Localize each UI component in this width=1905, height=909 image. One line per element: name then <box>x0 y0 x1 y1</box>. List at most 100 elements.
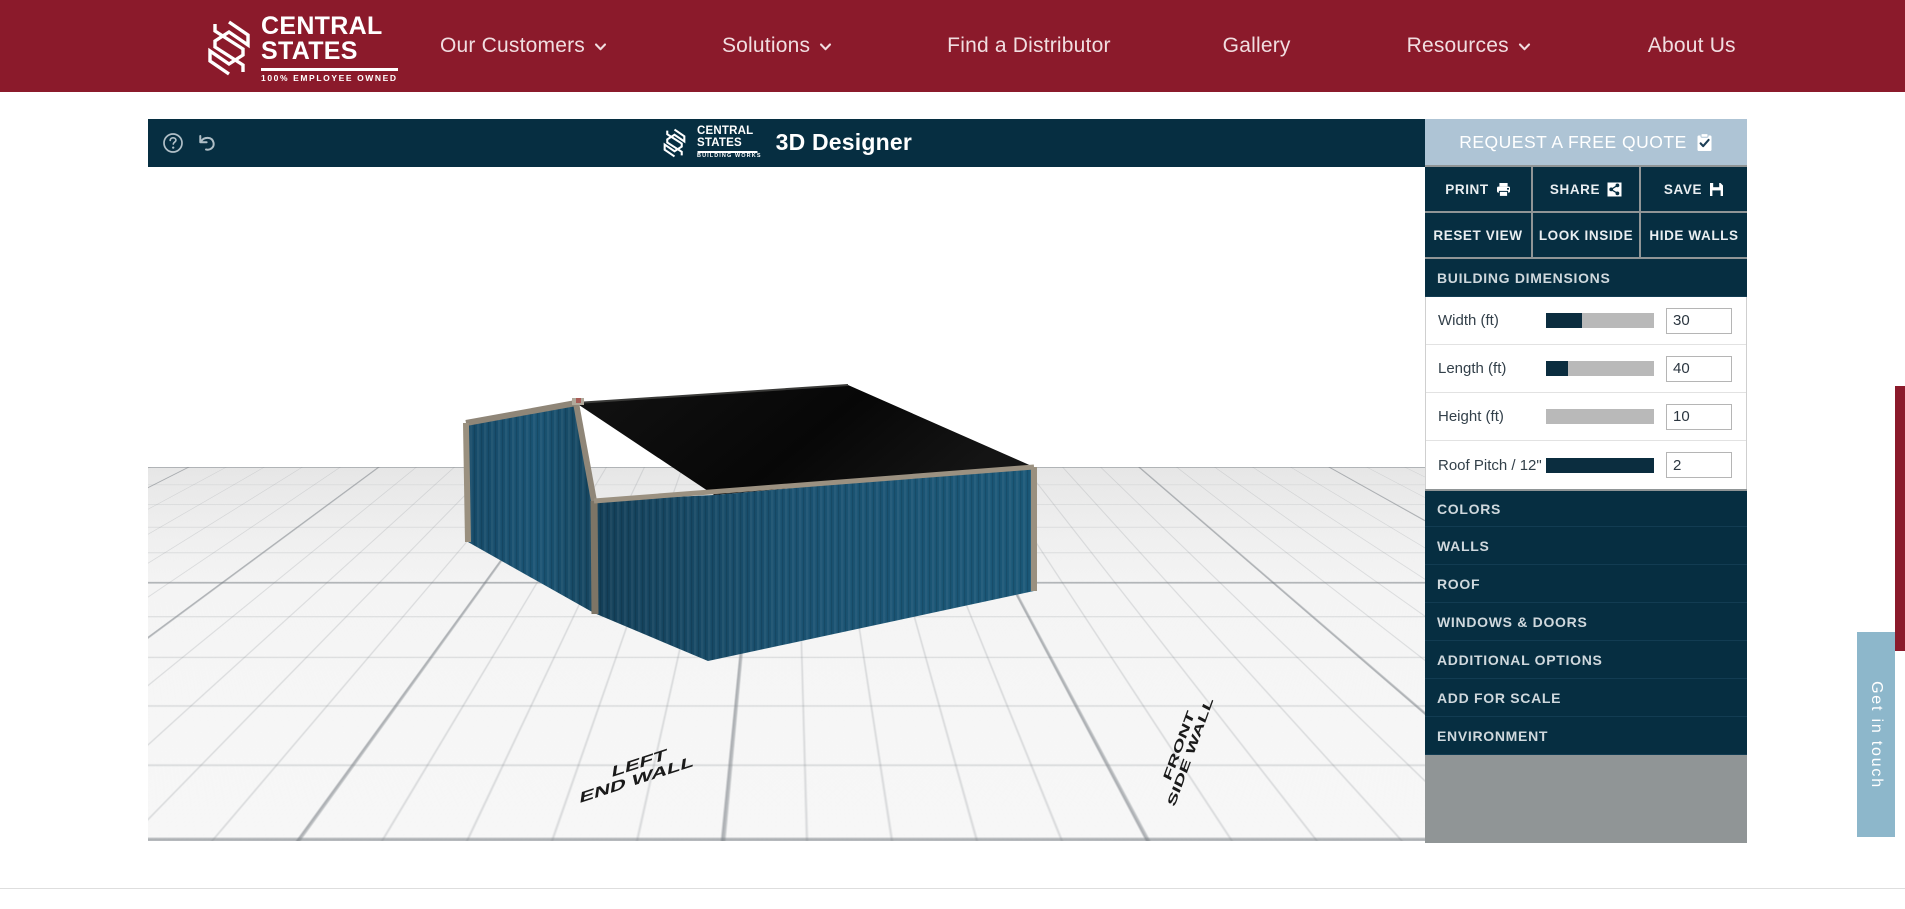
site-header: CENTRAL STATES 100% EMPLOYEE OWNED Our C… <box>0 0 1905 92</box>
length-slider[interactable] <box>1546 361 1654 376</box>
save-button[interactable]: SAVE <box>1641 167 1747 211</box>
print-button-label: PRINT <box>1445 182 1489 197</box>
dimension-row-length: Length (ft) <box>1426 345 1746 393</box>
section-additional-options[interactable]: ADDITIONAL OPTIONS <box>1425 641 1747 679</box>
section-roof-label: ROOF <box>1437 576 1480 592</box>
brand-divider <box>261 68 398 71</box>
building-model[interactable] <box>148 167 1425 841</box>
width-label: Width (ft) <box>1438 312 1546 329</box>
3d-designer-app: CENTRAL STATES BUILDING WORKS 3D Designe… <box>148 119 1747 841</box>
floppy-disk-icon <box>1709 182 1724 197</box>
page-scrollbar[interactable] <box>1895 386 1905 651</box>
quote-button-label: REQUEST A FREE QUOTE <box>1459 132 1687 153</box>
section-walls[interactable]: WALLS <box>1425 527 1747 565</box>
nav-item-solutions[interactable]: Solutions <box>722 34 832 58</box>
section-additional-options-label: ADDITIONAL OPTIONS <box>1437 652 1603 668</box>
nav-label: Our Customers <box>440 34 585 58</box>
width-slider[interactable] <box>1546 313 1654 328</box>
request-a-free-quote-button[interactable]: REQUEST A FREE QUOTE <box>1425 119 1747 167</box>
roof-pitch-slider[interactable] <box>1546 458 1654 473</box>
height-label: Height (ft) <box>1438 408 1546 425</box>
main-navigation: Our Customers Solutions Find a Distribut… <box>440 0 1736 92</box>
section-colors-label: COLORS <box>1437 501 1501 517</box>
nav-item-resources[interactable]: Resources <box>1407 34 1531 58</box>
reset-view-label: RESET VIEW <box>1433 228 1522 243</box>
roof-pitch-input[interactable] <box>1666 452 1732 478</box>
height-input[interactable] <box>1666 404 1732 430</box>
dimension-row-height: Height (ft) <box>1426 393 1746 441</box>
chevron-down-icon <box>594 40 607 53</box>
look-inside-button[interactable]: LOOK INSIDE <box>1533 213 1639 257</box>
nav-label: Find a Distributor <box>947 34 1111 58</box>
get-in-touch-tab[interactable]: Get in touch <box>1857 632 1895 837</box>
brand-line-2: STATES <box>261 39 398 64</box>
section-windows-and-doors[interactable]: WINDOWS & DOORS <box>1425 603 1747 641</box>
clipboard-check-icon <box>1696 133 1713 152</box>
length-slider-fill <box>1546 361 1568 376</box>
section-building-dimensions[interactable]: BUILDING DIMENSIONS <box>1425 259 1747 297</box>
panel-empty-area <box>1425 755 1747 843</box>
designer-tool-icons <box>162 132 218 154</box>
control-panel: REQUEST A FREE QUOTE PRINT <box>1425 119 1747 841</box>
section-walls-label: WALLS <box>1437 538 1490 554</box>
app-name: 3D Designer <box>776 129 912 156</box>
brand-line-1: CENTRAL <box>261 14 398 39</box>
action-button-row: PRINT SHARE <box>1425 167 1747 213</box>
nav-item-find-a-distributor[interactable]: Find a Distributor <box>947 34 1111 58</box>
central-states-monogram-icon <box>661 128 687 158</box>
length-label: Length (ft) <box>1438 360 1546 377</box>
designer-logo-line-2: STATES <box>697 138 762 150</box>
width-input[interactable] <box>1666 308 1732 334</box>
undo-icon[interactable] <box>196 132 218 154</box>
nav-item-gallery[interactable]: Gallery <box>1223 34 1291 58</box>
nav-label: Resources <box>1407 34 1509 58</box>
site-logo[interactable]: CENTRAL STATES 100% EMPLOYEE OWNED <box>207 14 398 83</box>
nav-label: Solutions <box>722 34 810 58</box>
chevron-down-icon <box>819 40 832 53</box>
share-button[interactable]: SHARE <box>1533 167 1639 211</box>
central-states-monogram-icon <box>207 19 251 77</box>
designer-logo-tagline: BUILDING WORKS <box>697 154 762 160</box>
designer-title: CENTRAL STATES BUILDING WORKS 3D Designe… <box>661 126 912 160</box>
dimension-row-roof-pitch: Roof Pitch / 12" <box>1426 441 1746 489</box>
building-dimensions-group: Width (ft) Length (ft) Height (ft) <box>1425 297 1747 489</box>
3d-viewport[interactable]: LEFT END WALL FRONT SIDE WALL <box>148 167 1425 841</box>
get-in-touch-label: Get in touch <box>1867 681 1885 789</box>
help-icon[interactable] <box>162 132 184 154</box>
length-input[interactable] <box>1666 356 1732 382</box>
share-button-label: SHARE <box>1550 182 1600 197</box>
view-button-row: RESET VIEW LOOK INSIDE HIDE WALLS <box>1425 213 1747 259</box>
section-colors[interactable]: COLORS <box>1425 489 1747 527</box>
width-slider-fill <box>1546 313 1582 328</box>
section-add-for-scale-label: ADD FOR SCALE <box>1437 690 1561 706</box>
designer-logo-line-1: CENTRAL <box>697 126 762 138</box>
roof-pitch-label: Roof Pitch / 12" <box>1438 457 1546 474</box>
look-inside-label: LOOK INSIDE <box>1539 228 1633 243</box>
section-environment[interactable]: ENVIRONMENT <box>1425 717 1747 755</box>
nav-item-our-customers[interactable]: Our Customers <box>440 34 607 58</box>
save-button-label: SAVE <box>1664 182 1702 197</box>
page-bottom-divider <box>0 888 1905 889</box>
hide-walls-button[interactable]: HIDE WALLS <box>1641 213 1747 257</box>
section-add-for-scale[interactable]: ADD FOR SCALE <box>1425 679 1747 717</box>
height-slider[interactable] <box>1546 409 1654 424</box>
brand-tagline: 100% EMPLOYEE OWNED <box>261 74 398 83</box>
section-environment-label: ENVIRONMENT <box>1437 728 1548 744</box>
section-building-dimensions-label: BUILDING DIMENSIONS <box>1437 270 1611 286</box>
share-icon <box>1607 182 1622 197</box>
nav-label: About Us <box>1648 34 1736 58</box>
reset-view-button[interactable]: RESET VIEW <box>1425 213 1531 257</box>
designer-logo-wordmark: CENTRAL STATES BUILDING WORKS <box>697 126 762 160</box>
hide-walls-label: HIDE WALLS <box>1649 228 1738 243</box>
site-logo-wordmark: CENTRAL STATES 100% EMPLOYEE OWNED <box>261 14 398 83</box>
print-button[interactable]: PRINT <box>1425 167 1531 211</box>
roof-pitch-slider-fill <box>1546 458 1654 473</box>
chevron-down-icon <box>1518 40 1531 53</box>
nav-item-about-us[interactable]: About Us <box>1648 34 1736 58</box>
printer-icon <box>1496 182 1511 197</box>
dimension-row-width: Width (ft) <box>1426 297 1746 345</box>
section-windows-and-doors-label: WINDOWS & DOORS <box>1437 614 1588 630</box>
section-roof[interactable]: ROOF <box>1425 565 1747 603</box>
nav-label: Gallery <box>1223 34 1291 58</box>
designer-toolbar: CENTRAL STATES BUILDING WORKS 3D Designe… <box>148 119 1425 167</box>
